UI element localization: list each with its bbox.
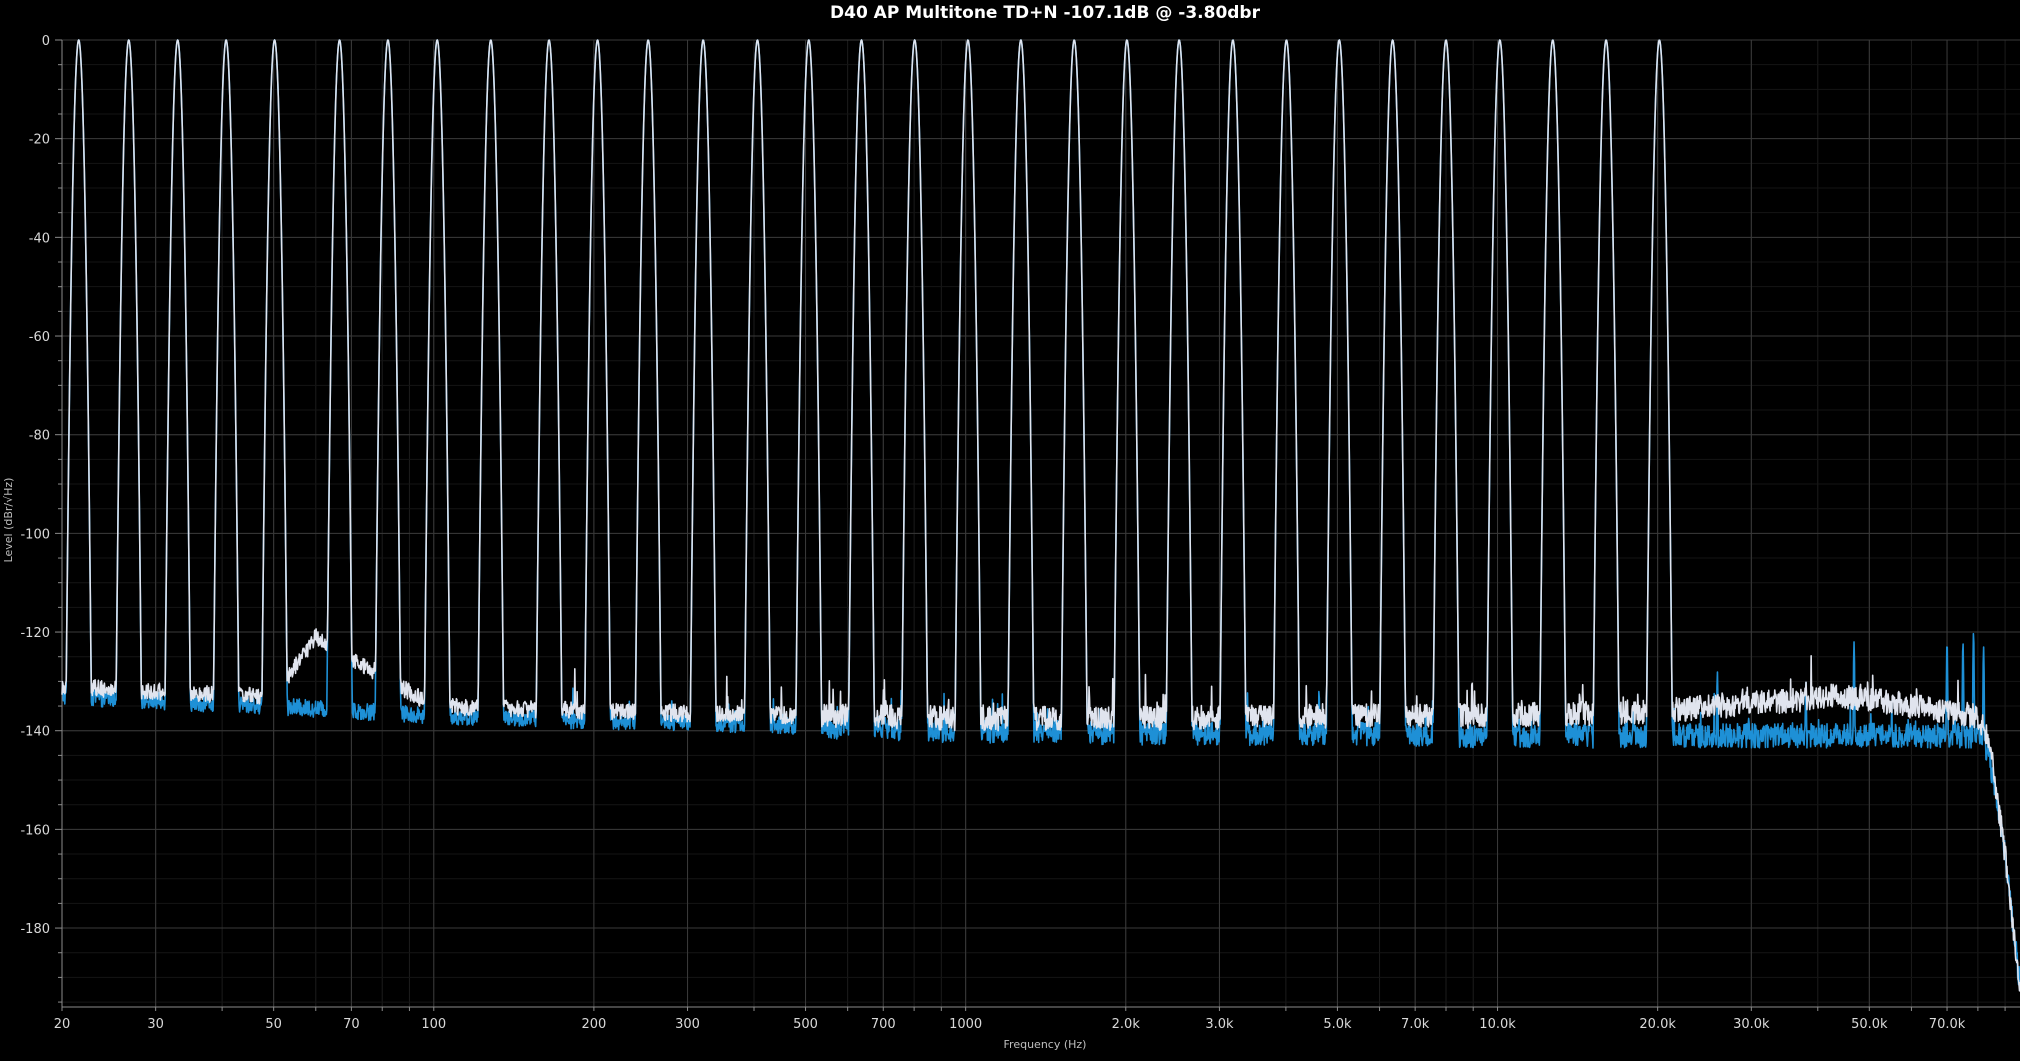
series-layer [61,39,2020,992]
x-tick-label: 1000 [949,1017,982,1032]
y-tick-label: -120 [20,626,50,641]
y-tick-label: -80 [29,429,50,444]
x-axis-label: Frequency (Hz) [1004,1038,1087,1051]
x-tick-label: 30.0k [1733,1017,1770,1032]
series-line-1 [61,39,2020,988]
y-tick-label: -40 [29,231,50,246]
major-grid [61,39,2020,1007]
y-tick-labels: 0 -20 -40 -60 -80 -100 -120 -140 -160 -180 [20,34,50,937]
x-tick-label: 20 [54,1017,71,1032]
chart-title: D40 AP Multitone TD+N -107.1dB @ -3.80db… [830,3,1261,23]
x-tick-label: 70.0k [1929,1017,1966,1032]
spectrum-chart: D40 AP Multitone TD+N -107.1dB @ -3.80db… [0,0,2020,1061]
y-tick-label: -140 [20,725,50,740]
y-tick-label: -60 [29,330,50,345]
x-tick-label: 30 [147,1017,164,1032]
y-tick-label: -160 [20,823,50,838]
x-tick-label: 7.0k [1401,1017,1430,1032]
x-tick-label: 300 [675,1017,700,1032]
y-tick-label: -180 [20,922,50,937]
x-tick-label: 200 [581,1017,606,1032]
minor-grid [61,39,2020,1007]
x-tick-label: 700 [871,1017,896,1032]
x-tick-label: 5.0k [1323,1017,1352,1032]
x-tick-label: 50.0k [1851,1017,1888,1032]
x-tick-label: 500 [793,1017,818,1032]
x-tick-label: 70 [343,1017,360,1032]
x-tick-labels: 20 30 50 70 100 200 300 500 700 1000 2.0k 3.0k 5.0k 7… [54,1017,1966,1032]
x-tick-label: 10.0k [1479,1017,1516,1032]
x-tick-label: 100 [421,1017,446,1032]
y-tick-label: 0 [42,34,50,49]
x-tick-label: 3.0k [1205,1017,1234,1032]
y-axis-label: Level (dBr/√Hz) [2,478,15,563]
y-tick-label: -20 [29,133,50,148]
x-tick-label: 50 [265,1017,282,1032]
x-tick-label: 2.0k [1112,1017,1141,1032]
y-tick-label: -100 [20,527,50,542]
series-line-2 [61,39,2020,992]
x-tick-label: 20.0k [1639,1017,1676,1032]
chart-svg: D40 AP Multitone TD+N -107.1dB @ -3.80db… [2,3,2020,1051]
